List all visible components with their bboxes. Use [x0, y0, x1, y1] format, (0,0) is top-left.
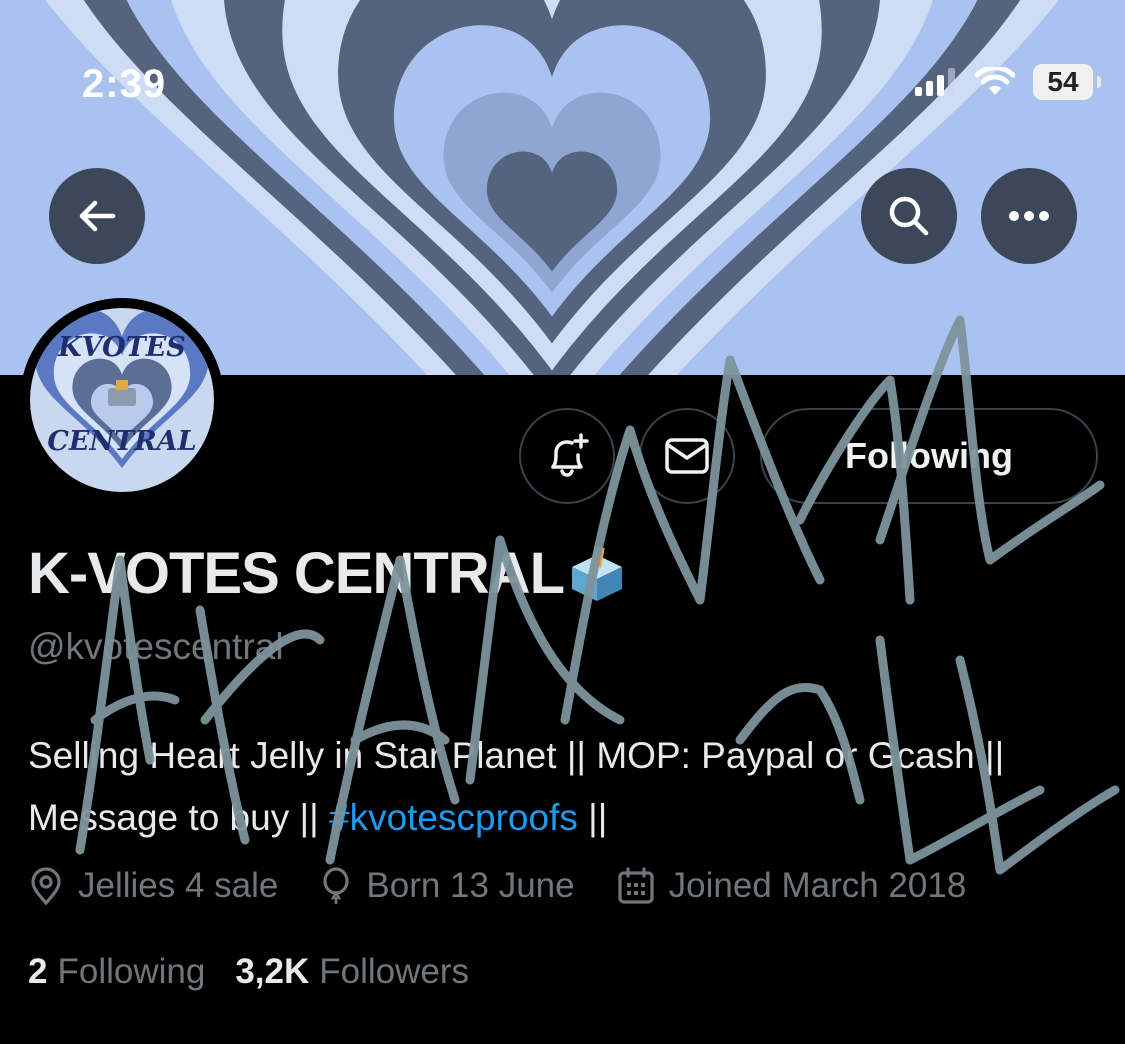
- calendar-icon: [618, 867, 654, 904]
- avatar-text-line2: CENTRAL: [47, 426, 197, 457]
- birthday-item: Born 13 June: [320, 866, 575, 906]
- status-icons: 54: [915, 64, 1101, 100]
- followers-count-label: Followers: [319, 952, 470, 991]
- profile-avatar[interactable]: KVOTES CENTRAL: [20, 298, 224, 502]
- birthday-text: Born 13 June: [366, 866, 575, 905]
- back-button[interactable]: [49, 168, 145, 264]
- balloon-icon: [323, 867, 349, 904]
- following-count-label: Following: [57, 952, 206, 991]
- followers-count: 3,2K: [235, 952, 310, 991]
- joined-item: Joined March 2018: [617, 866, 967, 906]
- following-count-link[interactable]: 2 Following: [28, 952, 205, 992]
- profile-name-text: K-VOTES CENTRAL: [28, 541, 565, 606]
- profile-bio: Selling Heart Jelly in Star Planet || MO…: [28, 725, 1088, 849]
- followers-count-link[interactable]: 3,2K Followers: [235, 952, 469, 992]
- profile-handle: @kvotescentral: [28, 626, 284, 667]
- search-icon: [889, 196, 929, 236]
- bio-hashtag-link[interactable]: #kvotescproofs: [329, 797, 578, 838]
- location-text: Jellies 4 sale: [78, 866, 279, 905]
- location-pin-icon: [31, 867, 61, 906]
- joined-text: Joined March 2018: [668, 866, 967, 905]
- following-button[interactable]: Following: [760, 408, 1098, 504]
- more-horizontal-icon: [1009, 211, 1049, 221]
- wifi-icon: [975, 67, 1015, 95]
- more-button[interactable]: [981, 168, 1077, 264]
- following-count: 2: [28, 952, 48, 991]
- bio-end: ||: [577, 797, 608, 838]
- avatar-text-line1: KVOTES: [58, 332, 186, 363]
- battery-indicator: 54: [1033, 64, 1101, 100]
- search-button[interactable]: [861, 168, 957, 264]
- profile-meta: Jellies 4 sale Born 13 June Joined March…: [28, 866, 1008, 906]
- arrow-left-icon: [79, 200, 116, 232]
- bell-plus-icon: [551, 433, 589, 477]
- cellular-signal-icon: [915, 68, 955, 96]
- status-time: 2:39: [82, 62, 167, 106]
- location-item: Jellies 4 sale: [28, 866, 278, 906]
- profile-name: K-VOTES CENTRAL: [28, 540, 628, 607]
- message-button[interactable]: [639, 408, 735, 504]
- ballot-box-icon: [572, 545, 622, 601]
- profile-stats: 2 Following 3,2K Followers: [28, 952, 499, 992]
- notifications-button[interactable]: [519, 408, 615, 504]
- envelope-icon: [665, 438, 709, 474]
- avatar-image: KVOTES CENTRAL: [30, 308, 214, 492]
- battery-level: 54: [1047, 66, 1079, 97]
